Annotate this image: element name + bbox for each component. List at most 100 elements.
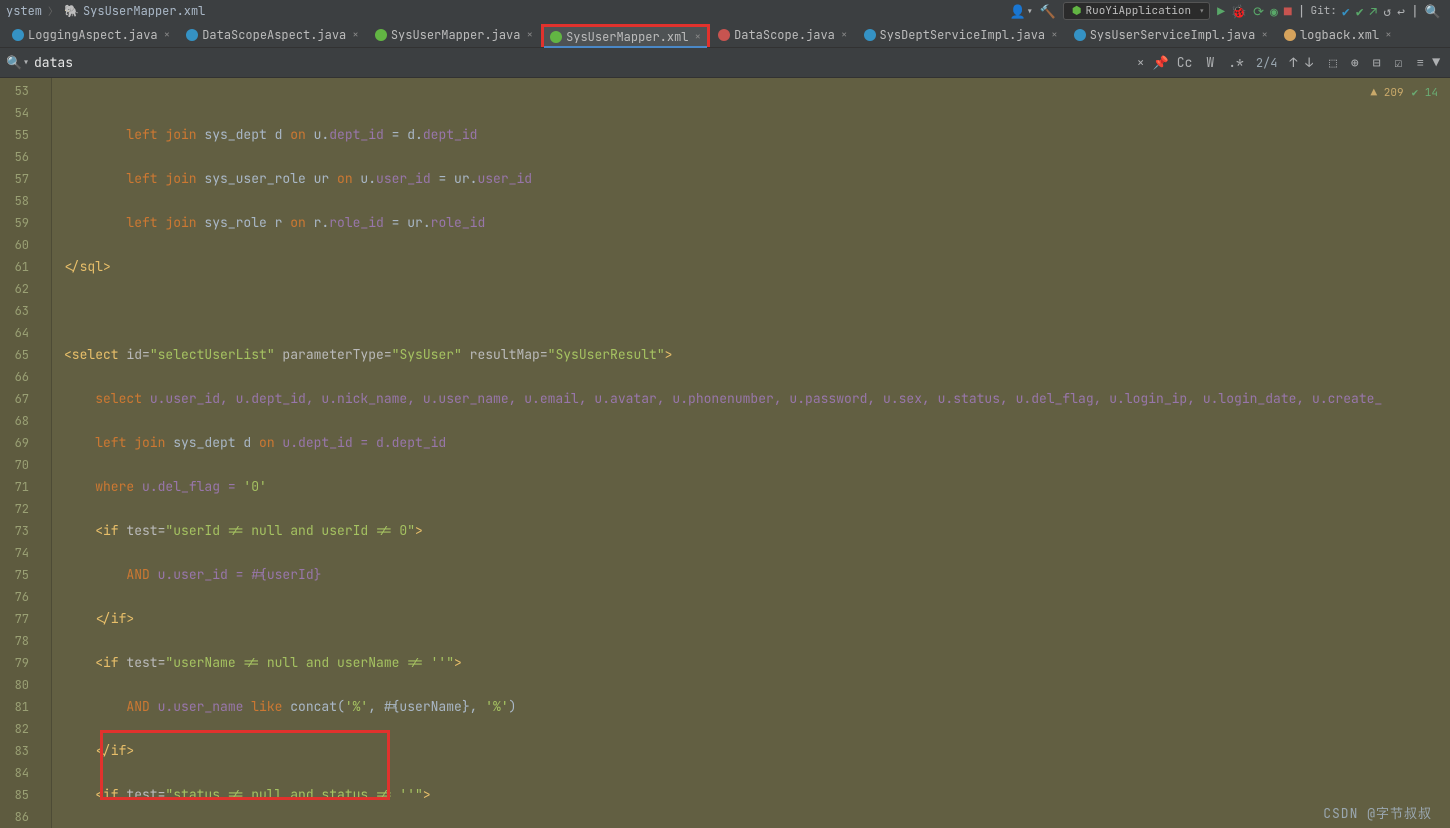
- history-icon[interactable]: ↺: [1383, 3, 1391, 20]
- line-number[interactable]: 62: [0, 278, 51, 300]
- close-icon[interactable]: ×: [1385, 28, 1392, 42]
- inspection-badges[interactable]: ▲ 209 ✔ 14: [1371, 82, 1438, 104]
- line-number[interactable]: 82: [0, 718, 51, 740]
- line-number[interactable]: 74: [0, 542, 51, 564]
- tab-datascope-aspect[interactable]: DataScopeAspect.java×: [178, 23, 367, 47]
- tab-logging-aspect[interactable]: LoggingAspect.java×: [4, 23, 178, 47]
- line-number[interactable]: 55: [0, 124, 51, 146]
- tab-sysusermapper-xml[interactable]: SysUserMapper.xml×: [541, 24, 710, 47]
- line-number[interactable]: 71: [0, 476, 51, 498]
- user-icon[interactable]: 👤▾: [1010, 3, 1034, 20]
- tab-logback-xml[interactable]: logback.xml×: [1276, 23, 1400, 47]
- line-number[interactable]: 63: [0, 300, 51, 322]
- select-all-icon[interactable]: ⬚: [1329, 54, 1337, 71]
- line-number[interactable]: 85: [0, 784, 51, 806]
- breadcrumb: ystem 🐘 SysUserMapper.xml: [6, 3, 205, 19]
- close-icon[interactable]: ×: [694, 30, 701, 44]
- line-number[interactable]: 54: [0, 102, 51, 124]
- coverage-icon[interactable]: ⟳: [1253, 3, 1264, 20]
- line-number[interactable]: 61: [0, 256, 51, 278]
- close-icon[interactable]: ×: [841, 28, 848, 42]
- close-icon[interactable]: ×: [1261, 28, 1268, 42]
- editor-tabs: LoggingAspect.java× DataScopeAspect.java…: [0, 22, 1450, 48]
- debug-icon[interactable]: 🐞: [1231, 3, 1247, 20]
- typo-badge[interactable]: ✔ 14: [1412, 82, 1438, 104]
- line-number[interactable]: 58: [0, 190, 51, 212]
- select-occurrences-icon[interactable]: ☑: [1395, 54, 1403, 71]
- line-number[interactable]: 83: [0, 740, 51, 762]
- divider: |: [1298, 3, 1306, 20]
- line-number[interactable]: 79: [0, 652, 51, 674]
- match-count: 2/4: [1256, 55, 1278, 71]
- line-number[interactable]: 66: [0, 366, 51, 388]
- file-icon: 🐘: [64, 3, 79, 19]
- line-number[interactable]: 60: [0, 234, 51, 256]
- build-icon[interactable]: 🔨: [1040, 3, 1056, 20]
- clear-search-icon[interactable]: ×: [1137, 54, 1145, 71]
- close-icon[interactable]: ×: [1051, 28, 1058, 42]
- filter-icon[interactable]: ▼: [1432, 54, 1440, 71]
- java-class-icon: [186, 29, 198, 41]
- search-input[interactable]: [34, 54, 254, 71]
- close-icon[interactable]: ×: [164, 28, 171, 42]
- line-number[interactable]: 77: [0, 608, 51, 630]
- line-number[interactable]: 69: [0, 432, 51, 454]
- interface-icon: [375, 29, 387, 41]
- close-icon[interactable]: ×: [526, 28, 533, 42]
- annotation-box: [100, 730, 390, 800]
- profile-icon[interactable]: ◉: [1270, 3, 1278, 20]
- line-number[interactable]: 72: [0, 498, 51, 520]
- tab-sysuserserviceimpl[interactable]: SysUserServiceImpl.java×: [1066, 23, 1276, 47]
- tab-datascope-java[interactable]: DataScope.java×: [710, 23, 855, 47]
- regex-toggle[interactable]: .*: [1228, 54, 1244, 71]
- breadcrumb-sep-icon: [46, 3, 60, 19]
- remove-selection-icon[interactable]: ⊟: [1373, 54, 1381, 71]
- line-number[interactable]: 84: [0, 762, 51, 784]
- line-number[interactable]: 80: [0, 674, 51, 696]
- search-icon[interactable]: 🔍: [1425, 3, 1441, 20]
- close-icon[interactable]: ×: [352, 28, 359, 42]
- line-number[interactable]: 68: [0, 410, 51, 432]
- rollback-icon[interactable]: ↩: [1397, 3, 1405, 20]
- line-number[interactable]: 65: [0, 344, 51, 366]
- run-icon[interactable]: ▶: [1217, 3, 1225, 20]
- git-update-icon[interactable]: ✔: [1342, 3, 1350, 20]
- warning-badge[interactable]: ▲ 209: [1371, 82, 1404, 104]
- line-number[interactable]: 56: [0, 146, 51, 168]
- java-class-icon: [864, 29, 876, 41]
- line-number[interactable]: 76: [0, 586, 51, 608]
- next-match-icon[interactable]: ↓: [1305, 54, 1313, 71]
- xml-icon: [550, 31, 562, 43]
- line-number[interactable]: 70: [0, 454, 51, 476]
- line-number[interactable]: 64: [0, 322, 51, 344]
- add-selection-icon[interactable]: ⊕: [1351, 54, 1359, 71]
- line-number[interactable]: 73: [0, 520, 51, 542]
- breadcrumb-item[interactable]: ystem: [6, 3, 42, 19]
- line-number[interactable]: 53: [0, 80, 51, 102]
- match-case-toggle[interactable]: Cc: [1177, 54, 1193, 71]
- stop-icon[interactable]: ■: [1284, 3, 1292, 20]
- gutter: 5354555657585960616263646566676869707172…: [0, 78, 52, 828]
- line-number[interactable]: 78: [0, 630, 51, 652]
- pin-icon[interactable]: 📌: [1153, 54, 1169, 71]
- settings-icon[interactable]: ≡: [1416, 54, 1424, 71]
- whole-word-toggle[interactable]: W: [1206, 54, 1214, 71]
- git-commit-icon[interactable]: ✔: [1356, 3, 1364, 20]
- tab-sysusermapper-java[interactable]: SysUserMapper.java×: [367, 23, 541, 47]
- tab-sysdeptserviceimpl[interactable]: SysDeptServiceImpl.java×: [856, 23, 1066, 47]
- line-number[interactable]: 81: [0, 696, 51, 718]
- line-number[interactable]: 86: [0, 806, 51, 828]
- code-area[interactable]: ▲ 209 ✔ 14 left join sys_dept d on u.dep…: [52, 78, 1450, 828]
- divider: |: [1411, 3, 1419, 20]
- line-number[interactable]: 59: [0, 212, 51, 234]
- watermark: CSDN @字节叔叔: [1323, 803, 1432, 822]
- git-push-icon[interactable]: ↗: [1370, 3, 1378, 20]
- search-icon[interactable]: 🔍▾: [6, 54, 30, 71]
- line-number[interactable]: 67: [0, 388, 51, 410]
- prev-match-icon[interactable]: ↑: [1289, 54, 1297, 71]
- line-number[interactable]: 75: [0, 564, 51, 586]
- run-config-select[interactable]: ⬢RuoYiApplication: [1063, 2, 1210, 20]
- breadcrumb-item[interactable]: SysUserMapper.xml: [83, 3, 205, 19]
- annotation-icon: [718, 29, 730, 41]
- line-number[interactable]: 57: [0, 168, 51, 190]
